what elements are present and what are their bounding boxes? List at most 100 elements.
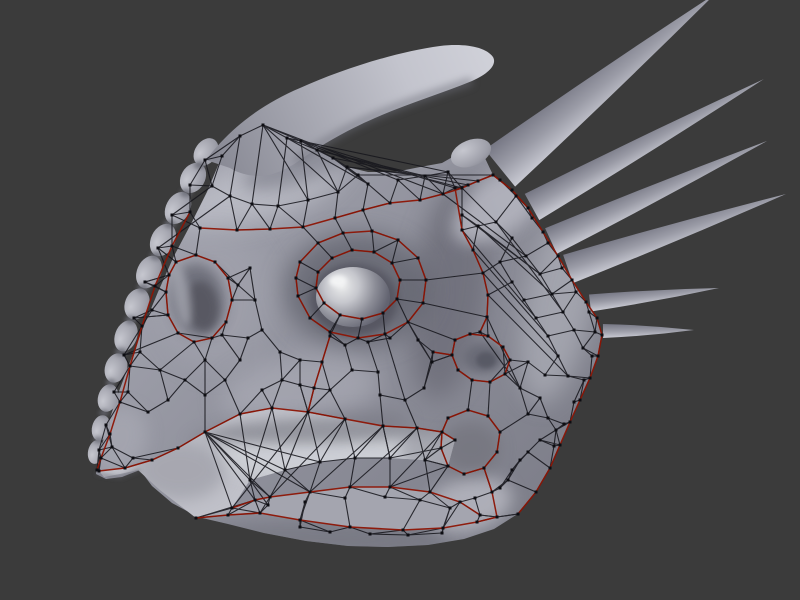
mesh-vertex[interactable] [224,379,227,382]
mesh-vertex[interactable] [601,334,604,337]
mesh-vertex[interactable] [575,291,578,294]
mesh-vertex[interactable] [474,497,477,500]
mesh-vertex[interactable] [299,261,302,264]
mesh-vertex[interactable] [129,365,132,368]
mesh-vertex[interactable] [402,529,405,532]
mesh-vertex[interactable] [486,316,489,319]
mesh-vertex[interactable] [594,331,597,334]
mesh-vertex[interactable] [571,279,574,282]
mesh-vertex[interactable] [147,411,150,414]
mesh-vertex[interactable] [442,527,445,530]
mesh-vertex[interactable] [211,185,214,188]
mesh-vertex[interactable] [331,257,334,260]
mesh-vertex[interactable] [461,229,464,232]
mesh-vertex[interactable] [547,417,550,420]
mesh-vertex[interactable] [555,429,558,432]
mesh-vertex[interactable] [177,332,180,335]
mesh-vertex[interactable] [231,299,234,302]
mesh-vertex[interactable] [425,279,428,282]
mesh-vertex[interactable] [447,171,450,174]
mesh-vertex[interactable] [477,225,480,228]
mesh-vertex[interactable] [239,135,242,138]
mesh-vertex[interactable] [419,199,422,202]
mesh-vertex[interactable] [482,272,485,275]
mesh-vertex[interactable] [396,298,399,301]
mesh-vertex[interactable] [454,339,457,342]
mesh-vertex[interactable] [261,329,264,332]
mesh-vertex[interactable] [479,514,482,517]
mesh-vertex[interactable] [535,491,538,494]
mesh-vertex[interactable] [585,301,588,304]
mesh-vertex[interactable] [515,195,518,198]
mesh-vertex[interactable] [346,166,349,169]
mesh-vertex[interactable] [299,359,302,362]
mesh-vertex[interactable] [459,501,462,504]
mesh-vertex[interactable] [211,337,214,340]
mesh-vertex[interactable] [472,249,475,252]
mesh-vertex[interactable] [582,347,585,350]
mesh-vertex[interactable] [323,302,326,305]
mesh-vertex[interactable] [377,371,380,374]
mesh-vertex[interactable] [562,311,565,314]
mesh-vertex[interactable] [231,507,234,510]
mesh-vertex[interactable] [454,187,457,190]
mesh-vertex[interactable] [259,512,262,515]
mesh-vertex[interactable] [132,457,135,460]
mesh-vertex[interactable] [249,267,252,270]
mesh-vertex[interactable] [167,314,170,317]
mesh-vertex[interactable] [349,486,352,489]
mesh-vertex[interactable] [299,384,302,387]
mesh-vertex[interactable] [487,335,490,338]
mesh-vertex[interactable] [596,317,599,320]
mesh-vertex[interactable] [519,459,522,462]
mesh-vertex[interactable] [321,361,324,364]
mesh-vertex[interactable] [531,217,534,220]
mesh-vertex[interactable] [168,274,171,277]
mesh-vertex[interactable] [404,399,407,402]
mesh-vertex[interactable] [351,369,354,372]
mesh-vertex[interactable] [511,469,514,472]
mesh-vertex[interactable] [309,317,312,320]
mesh-vertex[interactable] [354,457,357,460]
mesh-vertex[interactable] [525,255,528,258]
mesh-vertex[interactable] [407,534,410,537]
mesh-vertex[interactable] [499,261,502,264]
mesh-vertex[interactable] [367,341,370,344]
mesh-vertex[interactable] [236,229,239,232]
mesh-vertex[interactable] [447,417,450,420]
mesh-vertex[interactable] [591,355,594,358]
mesh-vertex[interactable] [281,379,284,382]
mesh-vertex[interactable] [221,155,224,158]
mesh-vertex[interactable] [511,281,514,284]
mesh-vertex[interactable] [451,354,454,357]
mesh-vertex[interactable] [319,461,322,464]
mesh-vertex[interactable] [471,379,474,382]
mesh-vertex[interactable] [199,227,202,230]
mesh-vertex[interactable] [382,312,385,315]
mesh-vertex[interactable] [561,267,564,270]
mesh-vertex[interactable] [309,491,312,494]
mesh-vertex[interactable] [422,302,425,305]
mesh-vertex[interactable] [307,199,310,202]
mesh-vertex[interactable] [527,361,530,364]
mesh-vertex[interactable] [461,214,464,217]
mesh-vertex[interactable] [299,526,302,529]
mesh-vertex[interactable] [254,299,257,302]
mesh-vertex[interactable] [476,521,479,524]
mesh-vertex[interactable] [175,261,178,264]
mesh-vertex[interactable] [204,359,207,362]
mesh-vertex[interactable] [339,314,342,317]
mesh-vertex[interactable] [535,317,538,320]
mesh-vertex[interactable] [389,486,392,489]
mesh-vertex[interactable] [447,465,450,468]
mesh-vertex[interactable] [384,496,387,499]
mesh-vertex[interactable] [557,255,560,258]
mesh-vertex[interactable] [151,309,154,312]
mesh-vertex[interactable] [277,205,280,208]
mesh-vertex[interactable] [499,179,502,182]
mesh-vertex[interactable] [159,369,162,372]
mesh-vertex[interactable] [417,339,420,342]
mesh-vertex[interactable] [362,209,365,212]
mesh-vertex[interactable] [157,247,160,250]
mesh-vertex[interactable] [504,373,507,376]
